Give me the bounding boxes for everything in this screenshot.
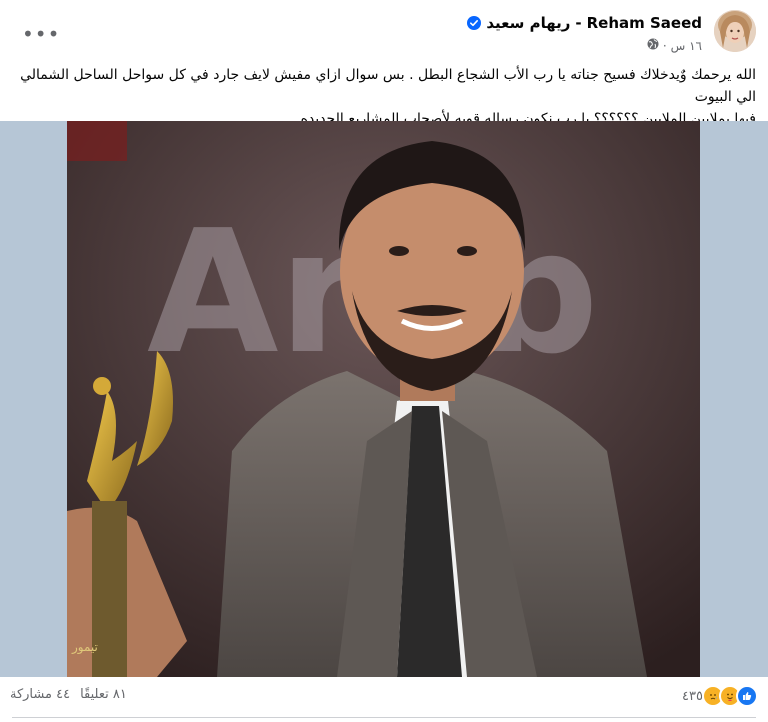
author-separator: - [575,14,582,32]
reaction-count[interactable]: ٤٣٥ [682,689,703,704]
more-options-icon[interactable]: ••• [22,22,60,46]
author-name-english[interactable]: Reham Saeed [587,14,702,32]
comments-count[interactable]: ٨١ تعليقًا [80,687,127,702]
post-photo[interactable]: Arab تيمور [67,121,700,677]
verified-badge-icon [467,16,482,30]
post-stats: ٨١ تعليقًا ٤٤ مشاركة [10,687,127,702]
post-meta: ١٦ س · [647,38,702,53]
post-time[interactable]: ١٦ س [671,39,702,53]
author-name-arabic[interactable]: ريهام سعيد [486,14,570,32]
footer-divider [12,717,756,718]
svg-text:تيمور: تيمور [71,640,98,655]
reactions-summary[interactable]: ٤٣٥ [682,685,758,707]
reaction-icons [702,685,758,707]
facebook-post: ••• Reham Saeed - ريهام سعيد ١٦ س · الله… [0,0,768,722]
post-footer: ٤٣٥ ٨١ تعليقًا ٤٤ مشاركة [0,677,768,722]
photo-frame: Arab تيمور [0,121,768,677]
like-reaction-icon [736,685,758,707]
globe-icon [647,38,659,53]
author-line: Reham Saeed - ريهام سعيد [467,14,702,32]
caption-line-1: الله يرحمك وٌيدخلاك فسيح جناته يا رب الأ… [20,67,756,105]
meta-dot: · [662,38,667,53]
avatar[interactable] [714,10,756,52]
post-header: ••• Reham Saeed - ريهام سعيد ١٦ س · [0,0,768,62]
shares-count[interactable]: ٤٤ مشاركة [10,687,70,702]
